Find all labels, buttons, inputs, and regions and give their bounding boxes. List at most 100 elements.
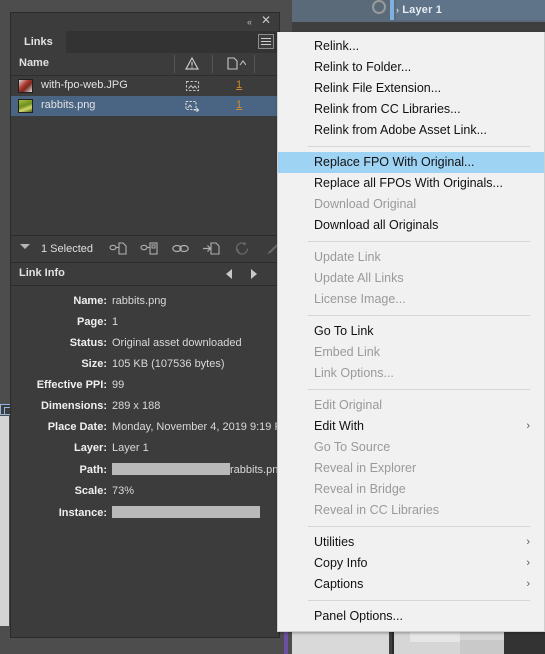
list-item[interactable]: rabbits.png 1 bbox=[11, 96, 279, 116]
selection-count-label: 1 Selected bbox=[41, 243, 93, 255]
menu-item-update-link: Update Link bbox=[278, 247, 544, 268]
menu-item-label: Replace all FPOs With Originals... bbox=[314, 176, 503, 190]
column-header-name[interactable]: Name bbox=[19, 57, 49, 69]
info-row-place-date: Place Date: Monday, November 4, 2019 9:1… bbox=[11, 421, 291, 434]
menu-item-label: Embed Link bbox=[314, 345, 381, 359]
arrow-right-icon[interactable] bbox=[251, 269, 257, 279]
menu-item-label: Update Link bbox=[314, 250, 381, 264]
relink-all-icon[interactable] bbox=[140, 240, 159, 257]
menu-item-label: Relink to Folder... bbox=[314, 60, 412, 74]
menu-item-label: Copy Info bbox=[314, 556, 368, 570]
menu-item-label: Go To Link bbox=[314, 324, 374, 338]
canvas-placeholder-a bbox=[410, 632, 460, 642]
menu-item-label: License Image... bbox=[314, 292, 406, 306]
app-root: › Layer 1 « ✕ Links Name with-fpo-web.JP… bbox=[0, 0, 545, 654]
menu-separator bbox=[308, 241, 530, 242]
info-row-instance: Instance: bbox=[11, 506, 279, 520]
close-icon[interactable]: ✕ bbox=[261, 14, 271, 26]
menu-separator bbox=[308, 526, 530, 527]
menu-item-embed-link: Embed Link bbox=[278, 342, 544, 363]
layer-visibility-icon[interactable] bbox=[372, 0, 386, 14]
column-divider bbox=[212, 55, 213, 73]
hamburger-line bbox=[261, 41, 271, 42]
info-label: Path: bbox=[79, 464, 108, 476]
chevron-right-icon: › bbox=[526, 536, 530, 548]
menu-item-label: Relink File Extension... bbox=[314, 81, 442, 95]
menu-item-utilities[interactable]: Utilities › bbox=[278, 532, 544, 553]
panel-menu-icon[interactable] bbox=[258, 34, 274, 49]
menu-item-label: Captions bbox=[314, 577, 364, 591]
menu-item-panel-options[interactable]: Panel Options... bbox=[278, 606, 544, 627]
menu-item-label: Download Original bbox=[314, 197, 417, 211]
menu-item-download-all-originals[interactable]: Download all Originals bbox=[278, 215, 544, 236]
info-value: Layer 1 bbox=[112, 442, 149, 454]
selection-toolbar: 1 Selected bbox=[11, 236, 280, 263]
link-info-title: Link Info bbox=[19, 267, 65, 279]
menu-item-relink[interactable]: Relink... bbox=[278, 36, 544, 57]
menu-item-label: Go To Source bbox=[314, 440, 391, 454]
info-row-page: Page: 1 bbox=[11, 316, 279, 329]
info-label: Effective PPI: bbox=[36, 379, 107, 391]
info-label: Layer: bbox=[73, 442, 107, 454]
menu-item-captions[interactable]: Captions › bbox=[278, 574, 544, 595]
menu-item-relink-from-adobe-asset-link[interactable]: Relink from Adobe Asset Link... bbox=[278, 120, 544, 141]
collapse-icon[interactable]: « bbox=[247, 17, 252, 27]
menu-item-edit-with[interactable]: Edit With › bbox=[278, 416, 544, 437]
menu-item-replace-all-fpos-with-originals[interactable]: Replace all FPOs With Originals... bbox=[278, 173, 544, 194]
layer-row-layer-1[interactable]: › Layer 1 bbox=[396, 0, 545, 20]
menu-item-replace-fpo-with-original[interactable]: Replace FPO With Original... bbox=[278, 152, 544, 173]
list-item[interactable]: with-fpo-web.JPG 1 bbox=[11, 76, 279, 96]
menu-item-relink-from-cc-libraries[interactable]: Relink from CC Libraries... bbox=[278, 99, 544, 120]
page-icon[interactable] bbox=[226, 57, 247, 70]
info-label: Place Date: bbox=[47, 421, 107, 433]
fpo-image-icon[interactable] bbox=[185, 79, 200, 93]
tab-links[interactable]: Links bbox=[11, 31, 66, 53]
relink-image-icon[interactable] bbox=[185, 99, 200, 113]
info-value: rabbits.png bbox=[112, 295, 167, 307]
menu-item-copy-info[interactable]: Copy Info › bbox=[278, 553, 544, 574]
panel-tab-bar: Links bbox=[11, 31, 279, 53]
menu-item-label: Reveal in CC Libraries bbox=[314, 503, 440, 517]
column-divider bbox=[174, 55, 175, 73]
menu-item-reveal-in-cc-libraries: Reveal in CC Libraries bbox=[278, 500, 544, 521]
arrow-left-icon[interactable] bbox=[226, 269, 232, 279]
info-value: 289 x 188 bbox=[112, 400, 161, 412]
info-row-dimensions: Dimensions: 289 x 188 bbox=[11, 400, 279, 413]
menu-item-label: Download all Originals bbox=[314, 218, 439, 232]
info-label: Dimensions: bbox=[40, 400, 107, 412]
info-value bbox=[112, 506, 260, 520]
menu-separator bbox=[308, 146, 530, 147]
menu-item-label: Utilities bbox=[314, 535, 355, 549]
info-label: Size: bbox=[81, 358, 107, 370]
link-page-number[interactable]: 1 bbox=[236, 99, 242, 111]
menu-item-label: Edit Original bbox=[314, 398, 383, 412]
chevron-right-icon: › bbox=[526, 557, 530, 569]
warning-triangle-icon[interactable] bbox=[184, 56, 200, 70]
menu-item-label: Update All Links bbox=[314, 271, 404, 285]
menu-item-label: Reveal in Explorer bbox=[314, 461, 417, 475]
info-value: Monday, November 4, 2019 9:19 PM bbox=[112, 421, 291, 433]
relink-icon[interactable] bbox=[109, 240, 128, 257]
menu-item-relink-to-folder[interactable]: Relink to Folder... bbox=[278, 57, 544, 78]
link-page-number[interactable]: 1 bbox=[236, 79, 242, 91]
menu-item-label: Link Options... bbox=[314, 366, 394, 380]
menu-item-go-to-source: Go To Source bbox=[278, 437, 544, 458]
info-value: 73% bbox=[112, 485, 135, 497]
go-to-link-icon[interactable] bbox=[171, 240, 190, 257]
chevron-down-icon[interactable] bbox=[20, 244, 30, 249]
chevron-right-icon: › bbox=[526, 420, 530, 432]
links-panel-context-menu: Relink... Relink to Folder... Relink File … bbox=[277, 32, 545, 632]
menu-item-label: Replace FPO With Original... bbox=[314, 155, 475, 169]
info-row-layer: Layer: Layer 1 bbox=[11, 442, 279, 455]
menu-item-go-to-link[interactable]: Go To Link bbox=[278, 321, 544, 342]
links-panel: « ✕ Links Name with-fpo-web.JPG 1 rabbit… bbox=[10, 12, 291, 638]
links-list[interactable]: with-fpo-web.JPG 1 rabbits.png 1 bbox=[11, 76, 279, 236]
update-link-icon[interactable] bbox=[233, 240, 252, 257]
link-thumbnail bbox=[18, 99, 33, 113]
info-value: 99 bbox=[112, 379, 125, 391]
embed-link-icon[interactable] bbox=[202, 240, 221, 257]
info-value: 1 bbox=[112, 316, 119, 328]
info-row-scale: Scale: 73% bbox=[11, 485, 279, 498]
menu-separator bbox=[308, 315, 530, 316]
menu-item-relink-file-extension[interactable]: Relink File Extension... bbox=[278, 78, 544, 99]
